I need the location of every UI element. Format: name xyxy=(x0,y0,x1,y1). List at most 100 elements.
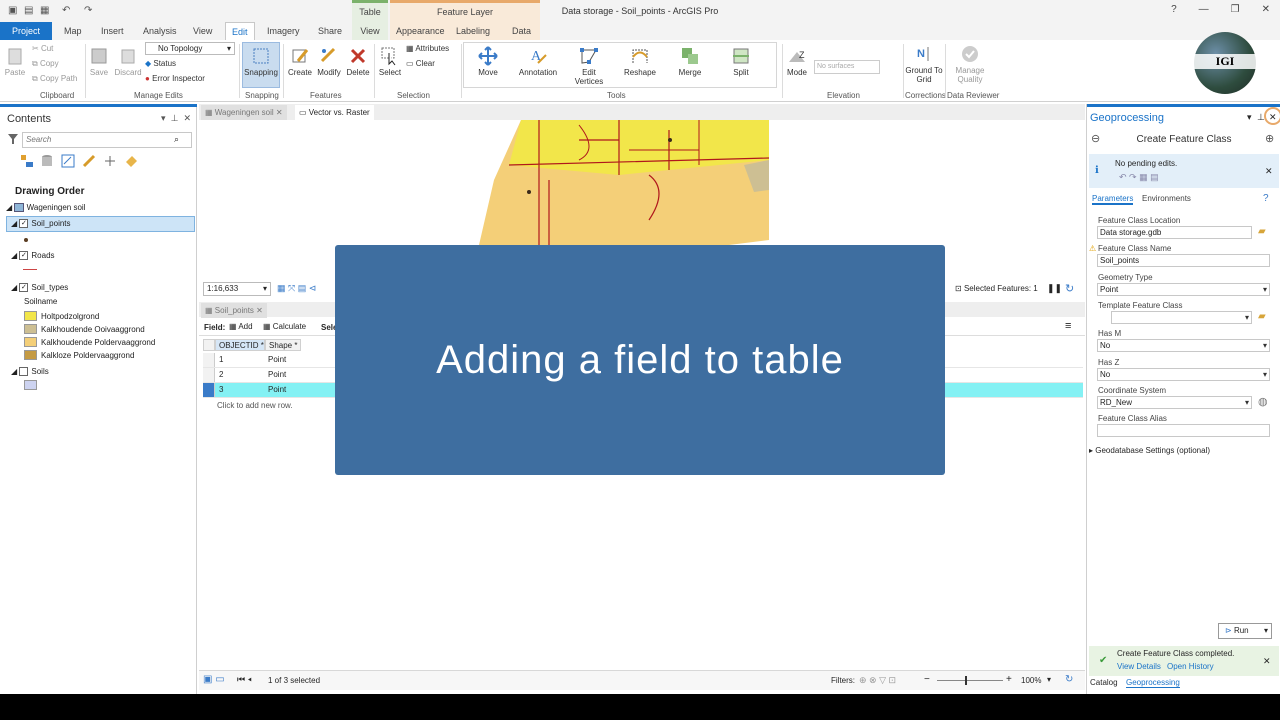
param-input[interactable] xyxy=(1097,424,1270,438)
tab-map[interactable]: Map xyxy=(58,22,88,40)
browse-folder-icon[interactable]: ▰ xyxy=(1258,226,1266,237)
contents-search-input[interactable]: Search xyxy=(22,132,192,148)
annotation-tool[interactable]: A Annotation xyxy=(516,46,560,77)
zoom-slider-thumb[interactable] xyxy=(965,676,967,685)
tab-catalog[interactable]: Catalog xyxy=(1090,678,1118,687)
list-by-source-icon[interactable] xyxy=(40,154,54,168)
paste-button[interactable]: Paste xyxy=(4,46,26,77)
list-by-snapping-icon[interactable] xyxy=(103,154,117,168)
list-by-drawing-order-icon[interactable] xyxy=(20,154,34,168)
tab-share[interactable]: Share xyxy=(312,22,348,40)
restore-icon[interactable]: ❐ xyxy=(1231,4,1240,15)
collapse-triangle-icon[interactable]: ◢ xyxy=(11,251,17,260)
close-banner-icon[interactable]: ✕ xyxy=(1265,166,1273,177)
param-input[interactable]: No xyxy=(1097,367,1270,381)
cell-shape[interactable]: Point xyxy=(268,353,286,366)
split-tool[interactable]: Split xyxy=(726,46,756,77)
selected-features-count[interactable]: ⊡ Selected Features: 1 xyxy=(955,284,1038,293)
table-menu-icon[interactable]: ≡ xyxy=(1065,320,1071,332)
merge-tool[interactable]: Merge xyxy=(672,46,708,77)
cell-objectid[interactable]: 1 xyxy=(219,353,223,366)
layer-soil-points[interactable]: ◢ ✓ Soil_points xyxy=(11,219,71,229)
param-input[interactable]: Data storage.gdb xyxy=(1097,226,1252,239)
layer-visibility-checkbox[interactable]: ✓ xyxy=(19,219,29,229)
snapping-button[interactable]: Snapping xyxy=(242,42,280,88)
view-tab-wageningen[interactable]: ▦ Wageningen soil ✕ xyxy=(201,105,287,120)
tab-project[interactable]: Project xyxy=(0,22,52,40)
layer-soil-types[interactable]: ◢ ✓ Soil_types xyxy=(11,283,68,293)
pane-options-icon[interactable]: ▾ xyxy=(1247,112,1252,123)
calculate-field-button[interactable]: ▦ Calculate xyxy=(263,322,306,331)
move-tool[interactable]: Move xyxy=(472,46,504,77)
create-button[interactable]: Create xyxy=(287,46,313,77)
param-input[interactable]: No xyxy=(1097,339,1270,353)
view-tab-vector-raster[interactable]: ▭ Vector vs. Raster xyxy=(295,105,374,120)
map-item[interactable]: ◢ Wageningen soil xyxy=(6,203,85,213)
pause-drawing-icon[interactable]: ❚❚ xyxy=(1047,283,1062,294)
save-edits-button[interactable]: Save xyxy=(89,46,109,77)
param-input[interactable] xyxy=(1111,310,1252,324)
select-button[interactable]: Select xyxy=(378,46,402,77)
clear-selection-button[interactable]: ▭ Clear xyxy=(406,59,435,68)
column-header-objectid[interactable]: OBJECTID * xyxy=(215,339,265,351)
cell-shape[interactable]: Point xyxy=(268,368,286,381)
legend-swatch[interactable] xyxy=(24,324,37,334)
zoom-level[interactable]: 100% xyxy=(1021,676,1041,685)
table-view-icons[interactable]: ▣ ▭ xyxy=(203,674,225,685)
map-nav-icons[interactable]: ▦ ⤧ ▤ ⊲ xyxy=(277,283,316,294)
zoom-in-icon[interactable]: + xyxy=(1006,674,1012,685)
list-by-editing-icon[interactable] xyxy=(82,154,96,168)
tab-data[interactable]: Data xyxy=(506,22,540,40)
minimize-icon[interactable]: — xyxy=(1199,4,1209,15)
param-input[interactable]: Soil_points xyxy=(1097,254,1270,268)
tab-analysis[interactable]: Analysis xyxy=(137,22,183,40)
tab-environments[interactable]: Environments xyxy=(1142,194,1191,203)
discard-edits-button[interactable]: Discard xyxy=(113,46,143,77)
cell-shape[interactable]: Point xyxy=(268,383,286,396)
add-row-hint[interactable]: Click to add new row. xyxy=(217,399,293,412)
elevation-mode-button[interactable]: Z Mode xyxy=(785,46,809,77)
help-icon[interactable]: ? xyxy=(1263,193,1269,204)
zoom-slider-track[interactable] xyxy=(937,680,1003,681)
zoom-out-icon[interactable]: − xyxy=(924,674,930,685)
add-field-button[interactable]: ▦ Add xyxy=(229,322,253,331)
ground-to-grid-button[interactable]: N Ground To Grid xyxy=(905,44,943,84)
close-pane-icon[interactable]: ✕ xyxy=(183,113,191,123)
layer-visibility-checkbox[interactable]: ✓ xyxy=(19,251,29,261)
tab-labeling[interactable]: Labeling xyxy=(450,22,506,40)
cell-objectid[interactable]: 3 xyxy=(219,383,223,396)
manage-quality-button[interactable]: Manage Quality xyxy=(950,44,990,84)
reshape-tool[interactable]: Reshape xyxy=(620,46,660,77)
tab-view[interactable]: View xyxy=(187,22,218,40)
collapse-triangle-icon[interactable]: ◢ xyxy=(11,283,17,292)
row-selector[interactable] xyxy=(203,383,215,397)
legend-swatch[interactable] xyxy=(24,337,37,347)
collapse-triangle-icon[interactable]: ◢ xyxy=(11,367,17,376)
close-icon[interactable]: ✕ xyxy=(1262,4,1270,15)
edit-undo-redo-icons[interactable]: ↶ ↷ ▦ ▤ xyxy=(1119,172,1159,183)
pin-icon[interactable]: ⊥ xyxy=(171,113,179,123)
cut-button[interactable]: ✂ Cut xyxy=(32,44,53,53)
row-selector[interactable] xyxy=(203,353,215,367)
layer-soils[interactable]: ◢ Soils xyxy=(11,367,49,377)
tab-geoprocessing[interactable]: Geoprocessing xyxy=(1126,678,1180,688)
pane-options-icon[interactable]: ▾ xyxy=(161,113,166,123)
delete-button[interactable]: Delete xyxy=(345,46,371,77)
run-button[interactable]: ⊳ Run ▾ xyxy=(1218,623,1272,639)
tab-parameters[interactable]: Parameters xyxy=(1092,194,1134,205)
error-inspector-button[interactable]: ● Error Inspector xyxy=(145,74,205,83)
layer-visibility-checkbox[interactable]: ✓ xyxy=(19,283,29,293)
geodatabase-settings-expander[interactable]: ▸ Geodatabase Settings (optional) xyxy=(1089,446,1210,455)
view-details-link[interactable]: View Details xyxy=(1117,662,1161,671)
param-input[interactable]: RD_New xyxy=(1097,395,1252,409)
view-tab-soil-points-table[interactable]: ▦ Soil_points ✕ xyxy=(201,303,267,318)
tab-edit[interactable]: Edit xyxy=(225,22,255,40)
refresh-icon[interactable]: ↻ xyxy=(1065,674,1073,685)
globe-icon[interactable]: ◍ xyxy=(1258,395,1268,408)
filter-icon[interactable] xyxy=(8,134,18,144)
close-message-icon[interactable]: ✕ xyxy=(1263,656,1271,667)
status-button[interactable]: ◆ Status xyxy=(145,59,176,68)
copy-button[interactable]: ⧉ Copy xyxy=(32,59,59,69)
list-by-selection-icon[interactable] xyxy=(61,154,75,168)
tab-appearance[interactable]: Appearance xyxy=(390,22,450,40)
